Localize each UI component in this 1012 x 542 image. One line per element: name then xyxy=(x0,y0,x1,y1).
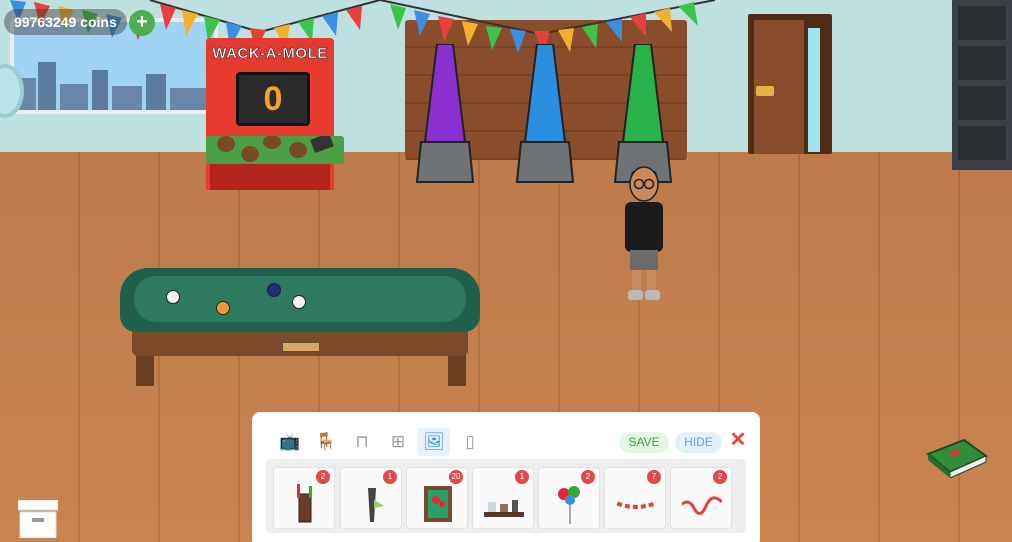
pool-ball xyxy=(166,290,180,304)
arcade-title: WACK-A-MOLE xyxy=(206,38,334,70)
party-garland-icon xyxy=(616,500,656,509)
arcade-score: 0 xyxy=(236,72,310,126)
balloons-icon xyxy=(558,486,580,524)
close-icon[interactable]: ✕ xyxy=(728,428,748,452)
game-room-scene: WACK-A-MOLE 0 99763249 coins + 📺 🪑 ⊓ ⊞ 🖼… xyxy=(0,0,1012,542)
pool-ball xyxy=(267,283,281,297)
picture-icon[interactable]: 🖼 xyxy=(418,428,450,456)
storage-box-icon[interactable] xyxy=(18,500,58,538)
item-neon-sign[interactable]: 2 xyxy=(670,467,732,529)
item-count-badge: 1 xyxy=(515,470,529,484)
framed-flowers-icon xyxy=(424,486,452,522)
door-icon[interactable]: ▯ xyxy=(454,428,486,456)
item-kitchen-shelf[interactable]: 1 xyxy=(472,467,534,529)
player-avatar[interactable] xyxy=(620,162,668,302)
item-count-badge: 2 xyxy=(713,470,727,484)
item-count-badge: 2 xyxy=(581,470,595,484)
guestbook-icon[interactable] xyxy=(924,436,988,478)
wall-lamp-icon xyxy=(368,488,384,522)
item-count-badge: 20 xyxy=(449,470,463,484)
chair-icon[interactable]: 🪑 xyxy=(310,428,342,456)
item-count-badge: 2 xyxy=(316,470,330,484)
room-door[interactable] xyxy=(748,14,832,154)
pool-ball xyxy=(292,295,306,309)
coins-balance: 99763249 coins xyxy=(4,9,127,35)
item-count-badge: 1 xyxy=(383,470,397,484)
pool-table[interactable] xyxy=(120,268,480,388)
hide-button[interactable]: HIDE xyxy=(675,432,722,453)
add-coins-button[interactable]: + xyxy=(129,10,155,36)
furniture-editor-panel: 📺 🪑 ⊓ ⊞ 🖼 ▯ SAVE HIDE ✕ 2 1 20 1 2 7 2 xyxy=(252,412,760,542)
door-handle xyxy=(756,86,774,96)
save-button[interactable]: SAVE xyxy=(619,432,669,453)
pool-drawer-handle xyxy=(282,342,320,352)
item-party-garland[interactable]: 7 xyxy=(604,467,666,529)
item-balloons[interactable]: 2 xyxy=(538,467,600,529)
table-icon[interactable]: ⊓ xyxy=(346,428,378,456)
item-wall-lamp[interactable]: 1 xyxy=(340,467,402,529)
lava-lamp-purple[interactable] xyxy=(415,44,475,186)
pool-ball xyxy=(216,301,230,315)
kitchen-shelf-icon xyxy=(484,500,524,517)
item-count-badge: 7 xyxy=(647,470,661,484)
bookshelf xyxy=(952,0,1012,170)
tv-icon[interactable]: 📺 xyxy=(274,428,306,456)
wack-a-mole-arcade[interactable]: WACK-A-MOLE 0 xyxy=(206,38,344,190)
arcade-mole-board xyxy=(206,133,344,164)
lava-lamp-blue[interactable] xyxy=(515,44,575,186)
furniture-items-list: 2 1 20 1 2 7 2 xyxy=(266,459,746,533)
drinks-glass-icon xyxy=(297,484,312,523)
item-framed-flowers[interactable]: 20 xyxy=(406,467,468,529)
item-drinks-glass[interactable]: 2 xyxy=(273,467,335,529)
neon-sign-icon xyxy=(682,496,722,515)
window-icon[interactable]: ⊞ xyxy=(382,428,414,456)
